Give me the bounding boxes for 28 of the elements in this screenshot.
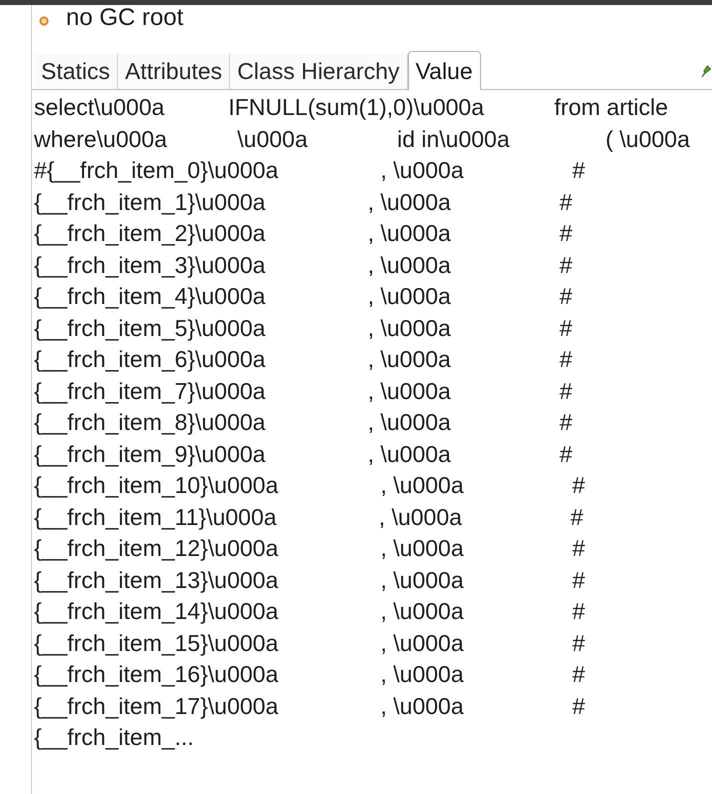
value-text-line: {__frch_item_10}\u000a , \u000a # — [34, 471, 586, 500]
value-text-line: {__frch_item_9}\u000a , \u000a # — [34, 440, 572, 469]
value-text-line: {__frch_item_17}\u000a , \u000a # — [34, 692, 586, 721]
value-text-line: {__frch_item_3}\u000a , \u000a # — [34, 250, 572, 280]
ring-icon — [39, 16, 49, 26]
value-text-line: {__frch_item_4}\u000a , \u000a # — [34, 282, 572, 311]
value-text-line: {__frch_item_12}\u000a , \u000a # — [34, 534, 586, 563]
value-text-line: {__frch_item_... — [34, 723, 194, 752]
tab[interactable]: Value — [408, 51, 481, 90]
value-text-line: {__frch_item_8}\u000a , \u000a # — [34, 408, 572, 437]
value-text-line: {__frch_item_6}\u000a , \u000a # — [34, 345, 572, 374]
value-text-line: {__frch_item_11}\u000a , \u000a # — [34, 502, 584, 532]
object-status-label: no GC root — [66, 5, 184, 31]
value-text-line: {__frch_item_7}\u000a , \u000a # — [34, 376, 572, 406]
value-text-line: {__frch_item_2}\u000a , \u000a # — [34, 219, 572, 248]
value-text-line: #{__frch_item_0}\u000a , \u000a # — [34, 156, 586, 185]
value-text-line: where\u000a \u000a id in\u000a ( \u000a — [34, 124, 690, 154]
pin-icon[interactable] — [701, 64, 711, 78]
tab[interactable]: Statics — [34, 54, 118, 89]
value-text-line: {__frch_item_15}\u000a , \u000a # — [34, 628, 586, 658]
value-text-line: {__frch_item_1}\u000a , \u000a # — [34, 188, 572, 217]
value-text-line: {__frch_item_16}\u000a , \u000a # — [34, 660, 586, 689]
tab[interactable]: Attributes — [118, 54, 230, 89]
tab[interactable]: Class Hierarchy — [230, 54, 408, 89]
value-text-line: {__frch_item_13}\u000a , \u000a # — [34, 566, 586, 595]
value-text-line: {__frch_item_5}\u000a , \u000a # — [34, 314, 572, 343]
value-text-line: {__frch_item_14}\u000a , \u000a # — [34, 597, 586, 626]
value-text-line: select\u000a IFNULL(sum(1),0)\u000a from article — [34, 93, 668, 122]
